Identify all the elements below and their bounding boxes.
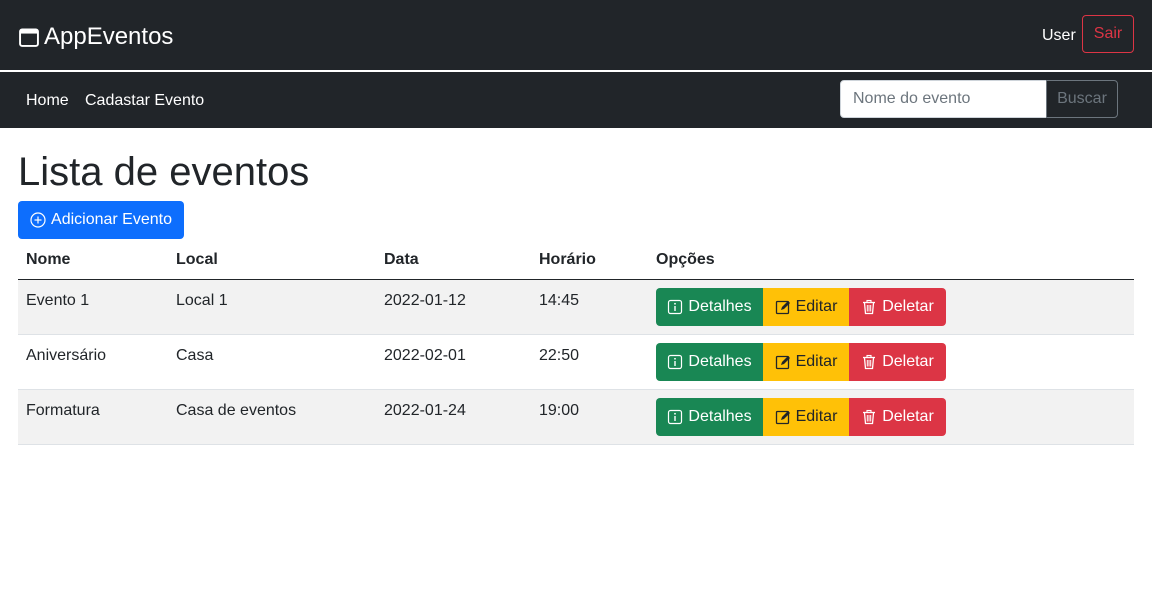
trash-icon <box>863 354 876 370</box>
details-button[interactable]: Detalhes <box>656 398 763 436</box>
cell-local: Local 1 <box>176 292 228 309</box>
search-input[interactable] <box>840 80 1047 118</box>
info-icon <box>668 409 683 425</box>
nav-register-event-link[interactable]: Cadastar Evento <box>85 92 204 110</box>
edit-button[interactable]: Editar <box>763 343 849 381</box>
info-icon <box>668 354 683 370</box>
user-label: User <box>1042 27 1076 44</box>
edit-button[interactable]: Editar <box>763 288 849 326</box>
secondary-navbar: Home Cadastar Evento Buscar <box>0 72 1152 128</box>
cell-nome: Evento 1 <box>26 292 90 309</box>
nav-home-link[interactable]: Home <box>26 92 69 110</box>
details-label: Detalhes <box>688 298 752 315</box>
cell-data: 2022-01-24 <box>384 402 466 419</box>
column-header-data: Data <box>384 251 419 268</box>
cell-data: 2022-02-01 <box>384 347 466 364</box>
column-header-opcoes: Opções <box>656 251 715 268</box>
details-button[interactable]: Detalhes <box>656 288 763 326</box>
column-header-nome: Nome <box>26 251 71 268</box>
cell-local: Casa de eventos <box>176 402 297 419</box>
delete-label: Deletar <box>882 353 934 370</box>
edit-label: Editar <box>795 298 838 315</box>
edit-icon <box>775 355 790 370</box>
add-event-label: Adicionar Evento <box>51 211 172 228</box>
table-row: Aniversário Casa 2022-02-01 22:50 Detalh… <box>18 335 1134 390</box>
trash-icon <box>863 409 876 425</box>
trash-icon <box>863 299 876 315</box>
row-actions: Detalhes Editar Deletar <box>656 398 946 436</box>
cell-nome: Formatura <box>26 402 100 419</box>
search-button[interactable]: Buscar <box>1046 80 1118 118</box>
cell-horario: 14:45 <box>539 292 580 309</box>
page-title: Lista de eventos <box>18 150 310 194</box>
column-header-horario: Horário <box>539 251 596 268</box>
info-icon <box>668 299 683 315</box>
delete-label: Deletar <box>882 298 934 315</box>
details-button[interactable]: Detalhes <box>656 343 763 381</box>
row-actions: Detalhes Editar Deletar <box>656 343 946 381</box>
delete-button[interactable]: Deletar <box>849 343 946 381</box>
delete-label: Deletar <box>882 408 934 425</box>
edit-label: Editar <box>795 353 838 370</box>
top-navbar: AppEventos User Sair <box>0 0 1152 71</box>
cell-nome: Aniversário <box>26 347 107 364</box>
brand[interactable]: AppEventos <box>18 22 173 52</box>
cell-horario: 19:00 <box>539 402 580 419</box>
brand-name: AppEventos <box>44 23 174 50</box>
cell-horario: 22:50 <box>539 347 580 364</box>
add-event-button[interactable]: Adicionar Evento <box>18 201 184 239</box>
details-label: Detalhes <box>688 408 752 425</box>
cell-data: 2022-01-12 <box>384 292 466 309</box>
edit-label: Editar <box>795 408 838 425</box>
details-label: Detalhes <box>688 353 752 370</box>
column-header-local: Local <box>176 251 218 268</box>
cell-local: Casa <box>176 347 214 364</box>
delete-button[interactable]: Deletar <box>849 288 946 326</box>
edit-icon <box>775 410 790 425</box>
plus-circle-icon <box>30 212 46 228</box>
calendar-icon <box>19 28 39 47</box>
table-row: Formatura Casa de eventos 2022-01-24 19:… <box>18 390 1134 445</box>
edit-icon <box>775 300 790 315</box>
delete-button[interactable]: Deletar <box>849 398 946 436</box>
edit-button[interactable]: Editar <box>763 398 849 436</box>
table-row: Evento 1 Local 1 2022-01-12 14:45 Detalh… <box>18 280 1134 335</box>
table-header: Nome Local Data Horário Opções <box>18 240 1134 280</box>
row-actions: Detalhes Editar Deletar <box>656 288 946 326</box>
events-table: Nome Local Data Horário Opções Evento 1 … <box>18 240 1134 445</box>
logout-button[interactable]: Sair <box>1082 15 1134 53</box>
